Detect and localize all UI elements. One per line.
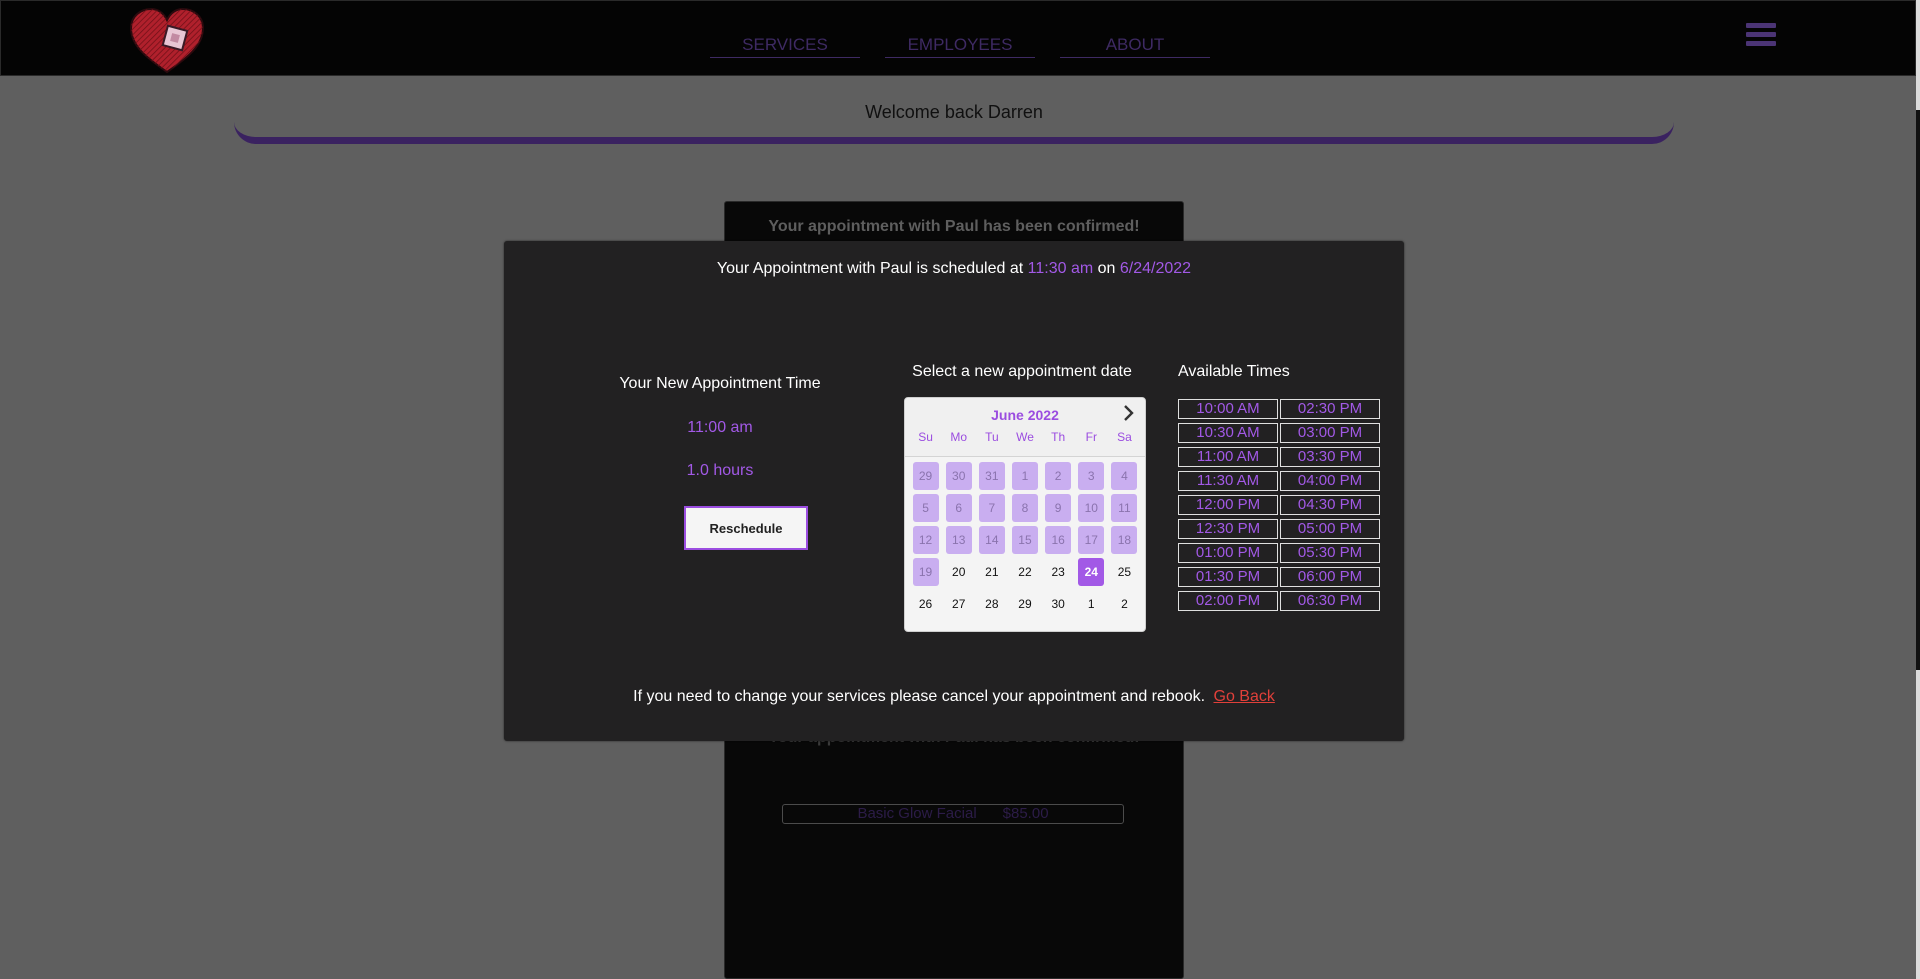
new-appointment-time-title: Your New Appointment Time (619, 375, 821, 392)
hamburger-menu-icon[interactable] (1746, 23, 1776, 51)
service-price: $85.00 (1002, 805, 1049, 822)
new-appointment-duration: 1.0 hours (686, 462, 754, 479)
nav-about-link[interactable]: ABOUT (1060, 35, 1210, 58)
calendar-day: 5 (912, 494, 939, 522)
next-month-chevron-icon[interactable] (1119, 404, 1137, 422)
calendar-day[interactable]: 1 (1078, 590, 1104, 618)
calendar-day: 31 (978, 462, 1005, 490)
calendar-day[interactable]: 20 (946, 558, 972, 586)
service-name: Basic Glow Facial (857, 805, 977, 822)
calendar-day: 17 (1078, 526, 1105, 554)
weekday-label: Sa (1117, 430, 1132, 444)
time-slot-button[interactable]: 06:30 PM (1280, 591, 1380, 611)
available-times-title: Available Times (1178, 363, 1290, 380)
calendar-day: 12 (912, 526, 939, 554)
calendar-day: 30 (945, 462, 972, 490)
calendar-day: 10 (1078, 494, 1105, 522)
calendar-day[interactable]: 2 (1111, 590, 1137, 618)
heart-logo-icon[interactable] (127, 6, 207, 74)
nav-employees-link[interactable]: EMPLOYEES (885, 35, 1035, 58)
calendar-day: 19 (912, 558, 939, 586)
confirmation-heading: Your appointment with Paul has been conf… (768, 218, 1140, 235)
time-slot-button[interactable]: 11:30 AM (1178, 471, 1278, 491)
welcome-banner: Welcome back Darren (234, 76, 1674, 144)
calendar-day[interactable]: 28 (979, 590, 1005, 618)
weekday-label: Fr (1085, 430, 1097, 444)
calendar-day: 13 (945, 526, 972, 554)
time-slot-button[interactable]: 06:00 PM (1280, 567, 1380, 587)
calendar-day: 7 (978, 494, 1005, 522)
date-picker-calendar: June 2022 Su Mo Tu We Th Fr Sa 29 30 31 1 2 3… (904, 397, 1146, 632)
calendar-day: 9 (1045, 494, 1072, 522)
weekday-label: Th (1051, 430, 1066, 444)
calendar-day: 29 (912, 462, 939, 490)
time-slot-button[interactable]: 12:00 PM (1178, 495, 1278, 515)
service-line-item: Basic Glow Facial $85.00 (782, 804, 1124, 824)
time-slot-button[interactable]: 01:30 PM (1178, 567, 1278, 587)
weekday-label: We (1016, 430, 1034, 444)
modal-title-on: on (1097, 260, 1116, 277)
calendar-day: 1 (1011, 462, 1038, 490)
calendar-day[interactable]: 27 (946, 590, 972, 618)
new-appointment-time: 11:00 am (687, 419, 753, 436)
calendar-day: 14 (978, 526, 1005, 554)
time-slot-button[interactable]: 04:00 PM (1280, 471, 1380, 491)
time-slot-button[interactable]: 10:00 AM (1178, 399, 1278, 419)
page-scrollbar-thumb[interactable] (1916, 110, 1920, 670)
footer-message: If you need to change your services plea… (633, 688, 1206, 705)
reschedule-modal: Your Appointment with Paul is scheduled … (504, 241, 1404, 741)
calendar-day: 4 (1111, 462, 1138, 490)
calendar-month-label: June 2022 (991, 407, 1059, 423)
calendar-day[interactable]: 21 (979, 558, 1005, 586)
calendar-day[interactable]: 30 (1045, 590, 1071, 618)
calendar-day[interactable]: 22 (1012, 558, 1038, 586)
calendar-header: June 2022 Su Mo Tu We Th Fr Sa (905, 398, 1145, 457)
calendar-day[interactable]: 29 (1012, 590, 1038, 618)
time-slot-button[interactable]: 03:30 PM (1280, 447, 1380, 467)
scheduled-date: 6/24/2022 (1119, 260, 1192, 277)
time-slot-button[interactable]: 04:30 PM (1280, 495, 1380, 515)
weekday-label: Su (918, 430, 933, 444)
welcome-message: Welcome back Darren (865, 102, 1043, 122)
calendar-day: 18 (1111, 526, 1138, 554)
go-back-link[interactable]: Go Back (1214, 688, 1275, 705)
weekday-label: Tu (985, 430, 999, 444)
top-navigation-bar: SERVICES EMPLOYEES ABOUT (0, 0, 1916, 76)
calendar-day: 15 (1011, 526, 1038, 554)
time-slot-button[interactable]: 03:00 PM (1280, 423, 1380, 443)
available-times-grid: 10:00 AM 02:30 PM 10:30 AM 03:00 PM 11:00 AM… (1178, 399, 1380, 611)
calendar-day[interactable]: 25 (1111, 558, 1137, 586)
time-slot-button[interactable]: 05:00 PM (1280, 519, 1380, 539)
time-slot-button[interactable]: 12:30 PM (1178, 519, 1278, 539)
time-slot-button[interactable]: 02:30 PM (1280, 399, 1380, 419)
modal-title: Your Appointment with Paul is scheduled … (504, 260, 1404, 278)
calendar-day: 16 (1045, 526, 1072, 554)
time-slot-button[interactable]: 01:00 PM (1178, 543, 1278, 563)
time-slot-button[interactable]: 02:00 PM (1178, 591, 1278, 611)
calendar-day-selected[interactable]: 24 (1078, 558, 1105, 586)
calendar-day: 11 (1111, 494, 1138, 522)
calendar-day: 6 (945, 494, 972, 522)
calendar-day-grid: 29 30 31 1 2 3 4 5 6 7 8 9 10 11 12 13 14 15 16 17 18 19 20 21 2… (909, 462, 1141, 618)
calendar-day[interactable]: 23 (1045, 558, 1071, 586)
modal-footer: If you need to change your services plea… (504, 688, 1404, 706)
calendar-day[interactable]: 26 (913, 590, 939, 618)
modal-title-prefix: Your Appointment with Paul is scheduled … (716, 260, 1024, 277)
time-slot-button[interactable]: 11:00 AM (1178, 447, 1278, 467)
nav-services-link[interactable]: SERVICES (710, 35, 860, 58)
calendar-day: 8 (1011, 494, 1038, 522)
calendar-title: Select a new appointment date (912, 363, 1132, 380)
calendar-day: 3 (1078, 462, 1105, 490)
calendar-day: 2 (1045, 462, 1072, 490)
time-slot-button[interactable]: 05:30 PM (1280, 543, 1380, 563)
weekday-label: Mo (950, 430, 968, 444)
calendar-weekday-row: Su Mo Tu We Th Fr Sa (909, 430, 1141, 444)
scheduled-time: 11:30 am (1027, 260, 1094, 277)
reschedule-button[interactable]: Reschedule (684, 506, 808, 550)
time-slot-button[interactable]: 10:30 AM (1178, 423, 1278, 443)
